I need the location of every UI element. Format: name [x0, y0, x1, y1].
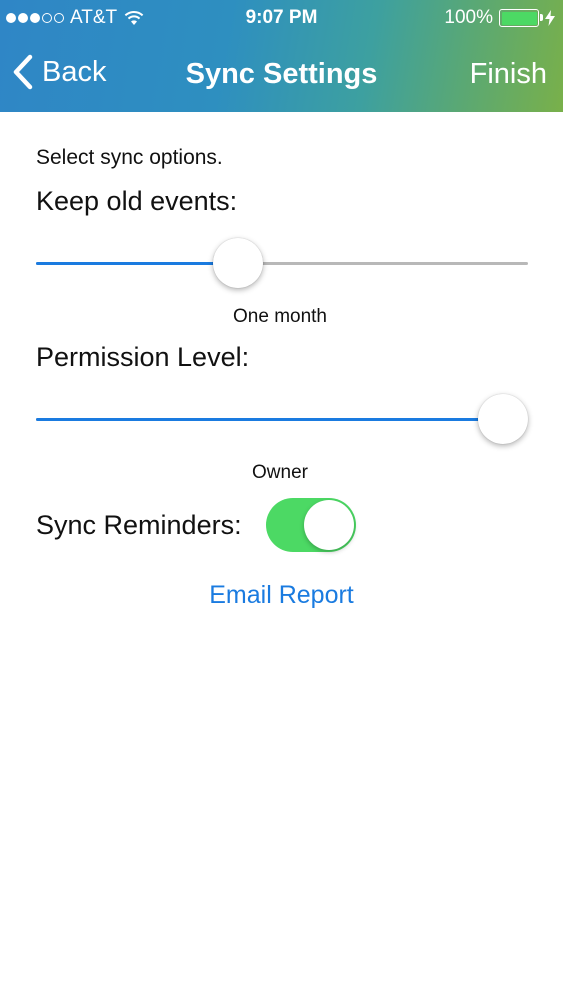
permission-level-label: Permission Level:: [36, 342, 250, 372]
charging-bolt-icon: [545, 10, 555, 26]
keep-old-events-value: One month: [233, 306, 327, 327]
toggle-knob: [303, 500, 354, 550]
permission-level-slider[interactable]: [36, 392, 528, 446]
battery-icon: [499, 9, 543, 27]
status-right: 100%: [444, 7, 555, 29]
slider-thumb[interactable]: [212, 238, 263, 288]
top-bar: AT&T 9:07 PM 100% Back Sync Settings Fin…: [0, 0, 563, 112]
status-bar: AT&T 9:07 PM 100%: [0, 0, 563, 38]
email-report-link[interactable]: Email Report: [0, 581, 563, 610]
battery-percent: 100%: [444, 7, 493, 28]
navigation-bar: Back Sync Settings Finish: [0, 38, 563, 112]
finish-button[interactable]: Finish: [470, 58, 547, 91]
keep-old-events-label: Keep old events:: [36, 186, 238, 216]
battery-tip: [540, 14, 543, 21]
keep-old-events-slider[interactable]: [36, 236, 528, 290]
sync-settings-screen: AT&T 9:07 PM 100% Back Sync Settings Fin…: [0, 0, 563, 1000]
sync-reminders-label: Sync Reminders:: [36, 509, 242, 540]
battery-level-fill: [501, 11, 537, 25]
slider-track-fill: [36, 262, 238, 265]
settings-content: Select sync options. Keep old events: On…: [0, 112, 563, 1000]
sync-reminders-row: Sync Reminders:: [36, 498, 356, 552]
intro-text: Select sync options.: [36, 146, 223, 169]
slider-thumb[interactable]: [478, 394, 528, 444]
sync-reminders-toggle[interactable]: [265, 498, 356, 552]
slider-track-fill: [36, 418, 503, 421]
permission-level-value: Owner: [252, 462, 308, 483]
